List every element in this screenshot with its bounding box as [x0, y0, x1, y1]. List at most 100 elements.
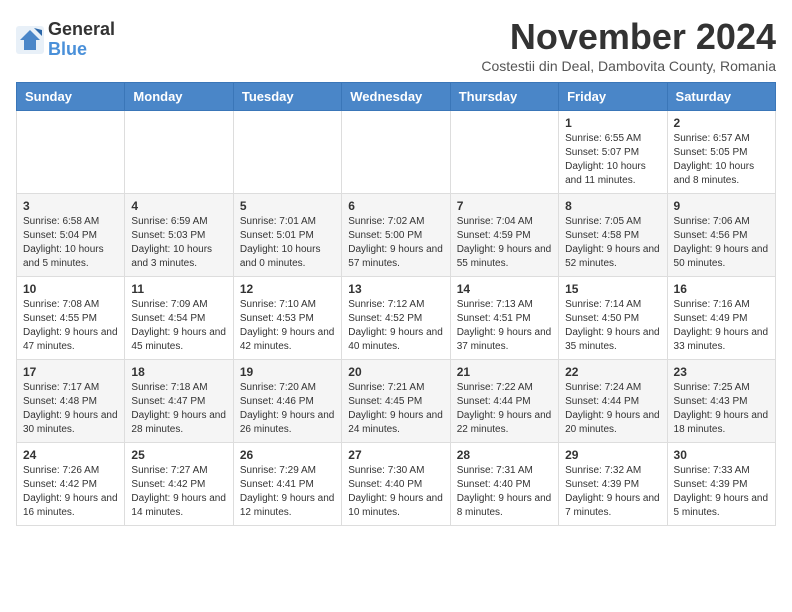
week-row-2: 3 Sunrise: 6:58 AM Sunset: 5:04 PM Daylig… [17, 194, 776, 277]
day-info: Sunrise: 7:06 AM Sunset: 4:56 PM Dayligh… [674, 215, 769, 271]
day-info: Sunrise: 7:30 AM Sunset: 4:40 PM Dayligh… [348, 464, 443, 520]
column-header-monday: Monday [125, 83, 233, 111]
day-info: Sunrise: 7:14 AM Sunset: 4:50 PM Dayligh… [565, 298, 660, 354]
day-number: 28 [457, 448, 552, 462]
logo-text: General Blue [48, 20, 115, 60]
day-number: 7 [457, 199, 552, 213]
day-info: Sunrise: 6:57 AM Sunset: 5:05 PM Dayligh… [674, 132, 769, 188]
day-info: Sunrise: 7:33 AM Sunset: 4:39 PM Dayligh… [674, 464, 769, 520]
day-number: 8 [565, 199, 660, 213]
column-header-sunday: Sunday [17, 83, 125, 111]
day-number: 30 [674, 448, 769, 462]
day-number: 22 [565, 365, 660, 379]
day-cell [450, 111, 558, 194]
day-info: Sunrise: 7:24 AM Sunset: 4:44 PM Dayligh… [565, 381, 660, 437]
day-number: 23 [674, 365, 769, 379]
day-info: Sunrise: 6:55 AM Sunset: 5:07 PM Dayligh… [565, 132, 660, 188]
day-number: 9 [674, 199, 769, 213]
day-cell: 13 Sunrise: 7:12 AM Sunset: 4:52 PM Dayli… [342, 277, 450, 360]
day-cell [342, 111, 450, 194]
day-number: 16 [674, 282, 769, 296]
day-cell: 26 Sunrise: 7:29 AM Sunset: 4:41 PM Dayli… [233, 443, 341, 526]
day-number: 29 [565, 448, 660, 462]
day-number: 21 [457, 365, 552, 379]
day-info: Sunrise: 7:10 AM Sunset: 4:53 PM Dayligh… [240, 298, 335, 354]
day-cell [125, 111, 233, 194]
day-cell: 5 Sunrise: 7:01 AM Sunset: 5:01 PM Daylig… [233, 194, 341, 277]
column-header-tuesday: Tuesday [233, 83, 341, 111]
day-cell: 2 Sunrise: 6:57 AM Sunset: 5:05 PM Daylig… [667, 111, 775, 194]
day-number: 11 [131, 282, 226, 296]
day-info: Sunrise: 7:01 AM Sunset: 5:01 PM Dayligh… [240, 215, 335, 271]
day-number: 6 [348, 199, 443, 213]
day-cell: 24 Sunrise: 7:26 AM Sunset: 4:42 PM Dayli… [17, 443, 125, 526]
day-number: 5 [240, 199, 335, 213]
day-number: 2 [674, 116, 769, 130]
day-info: Sunrise: 7:32 AM Sunset: 4:39 PM Dayligh… [565, 464, 660, 520]
day-info: Sunrise: 7:16 AM Sunset: 4:49 PM Dayligh… [674, 298, 769, 354]
day-info: Sunrise: 7:25 AM Sunset: 4:43 PM Dayligh… [674, 381, 769, 437]
day-info: Sunrise: 7:05 AM Sunset: 4:58 PM Dayligh… [565, 215, 660, 271]
day-info: Sunrise: 7:20 AM Sunset: 4:46 PM Dayligh… [240, 381, 335, 437]
day-info: Sunrise: 7:17 AM Sunset: 4:48 PM Dayligh… [23, 381, 118, 437]
day-info: Sunrise: 7:21 AM Sunset: 4:45 PM Dayligh… [348, 381, 443, 437]
day-cell: 8 Sunrise: 7:05 AM Sunset: 4:58 PM Daylig… [559, 194, 667, 277]
day-number: 26 [240, 448, 335, 462]
day-cell: 16 Sunrise: 7:16 AM Sunset: 4:49 PM Dayli… [667, 277, 775, 360]
column-header-wednesday: Wednesday [342, 83, 450, 111]
day-cell: 12Sunrise: 7:10 AM Sunset: 4:53 PM Dayli… [233, 277, 341, 360]
month-title: November 2024 [481, 16, 776, 58]
week-row-4: 17 Sunrise: 7:17 AM Sunset: 4:48 PM Dayli… [17, 360, 776, 443]
day-cell: 15 Sunrise: 7:14 AM Sunset: 4:50 PM Dayli… [559, 277, 667, 360]
day-info: Sunrise: 7:09 AM Sunset: 4:54 PM Dayligh… [131, 298, 226, 354]
day-number: 17 [23, 365, 118, 379]
day-number: 24 [23, 448, 118, 462]
day-number: 20 [348, 365, 443, 379]
day-info: Sunrise: 7:31 AM Sunset: 4:40 PM Dayligh… [457, 464, 552, 520]
column-header-thursday: Thursday [450, 83, 558, 111]
day-info: Sunrise: 7:22 AM Sunset: 4:44 PM Dayligh… [457, 381, 552, 437]
day-info: Sunrise: 7:12 AM Sunset: 4:52 PM Dayligh… [348, 298, 443, 354]
day-number: 13 [348, 282, 443, 296]
day-cell: 6 Sunrise: 7:02 AM Sunset: 5:00 PM Daylig… [342, 194, 450, 277]
week-row-3: 10Sunrise: 7:08 AM Sunset: 4:55 PM Dayli… [17, 277, 776, 360]
title-block: November 2024 Costestii din Deal, Dambov… [481, 16, 776, 74]
day-cell: 17 Sunrise: 7:17 AM Sunset: 4:48 PM Dayli… [17, 360, 125, 443]
day-info: Sunrise: 6:58 AM Sunset: 5:04 PM Dayligh… [23, 215, 118, 271]
column-header-friday: Friday [559, 83, 667, 111]
day-cell: 30 Sunrise: 7:33 AM Sunset: 4:39 PM Dayli… [667, 443, 775, 526]
day-number: 14 [457, 282, 552, 296]
day-cell: 7 Sunrise: 7:04 AM Sunset: 4:59 PM Daylig… [450, 194, 558, 277]
day-number: 15 [565, 282, 660, 296]
day-info: Sunrise: 7:27 AM Sunset: 4:42 PM Dayligh… [131, 464, 226, 520]
logo: General Blue [16, 20, 115, 60]
calendar-header-row: SundayMondayTuesdayWednesdayThursdayFrid… [17, 83, 776, 111]
day-cell: 10Sunrise: 7:08 AM Sunset: 4:55 PM Dayli… [17, 277, 125, 360]
day-number: 18 [131, 365, 226, 379]
day-cell: 19Sunrise: 7:20 AM Sunset: 4:46 PM Dayli… [233, 360, 341, 443]
page-header: General Blue November 2024 Costestii din… [16, 16, 776, 74]
day-info: Sunrise: 7:02 AM Sunset: 5:00 PM Dayligh… [348, 215, 443, 271]
day-cell: 4Sunrise: 6:59 AM Sunset: 5:03 PM Daylig… [125, 194, 233, 277]
day-info: Sunrise: 7:29 AM Sunset: 4:41 PM Dayligh… [240, 464, 335, 520]
day-cell: 21 Sunrise: 7:22 AM Sunset: 4:44 PM Dayli… [450, 360, 558, 443]
day-info: Sunrise: 7:08 AM Sunset: 4:55 PM Dayligh… [23, 298, 118, 354]
day-cell: 25 Sunrise: 7:27 AM Sunset: 4:42 PM Dayli… [125, 443, 233, 526]
logo-general: General [48, 20, 115, 40]
day-number: 3 [23, 199, 118, 213]
day-cell: 3 Sunrise: 6:58 AM Sunset: 5:04 PM Daylig… [17, 194, 125, 277]
day-cell: 29 Sunrise: 7:32 AM Sunset: 4:39 PM Dayli… [559, 443, 667, 526]
day-info: Sunrise: 7:04 AM Sunset: 4:59 PM Dayligh… [457, 215, 552, 271]
day-cell: 9 Sunrise: 7:06 AM Sunset: 4:56 PM Daylig… [667, 194, 775, 277]
day-cell: 14 Sunrise: 7:13 AM Sunset: 4:51 PM Dayli… [450, 277, 558, 360]
day-cell: 28 Sunrise: 7:31 AM Sunset: 4:40 PM Dayli… [450, 443, 558, 526]
day-cell: 22 Sunrise: 7:24 AM Sunset: 4:44 PM Dayli… [559, 360, 667, 443]
day-cell: 27Sunrise: 7:30 AM Sunset: 4:40 PM Dayli… [342, 443, 450, 526]
week-row-5: 24 Sunrise: 7:26 AM Sunset: 4:42 PM Dayli… [17, 443, 776, 526]
day-cell [233, 111, 341, 194]
logo-icon [16, 26, 44, 54]
day-number: 25 [131, 448, 226, 462]
week-row-1: 1Sunrise: 6:55 AM Sunset: 5:07 PM Daylig… [17, 111, 776, 194]
day-info: Sunrise: 7:26 AM Sunset: 4:42 PM Dayligh… [23, 464, 118, 520]
day-info: Sunrise: 7:13 AM Sunset: 4:51 PM Dayligh… [457, 298, 552, 354]
